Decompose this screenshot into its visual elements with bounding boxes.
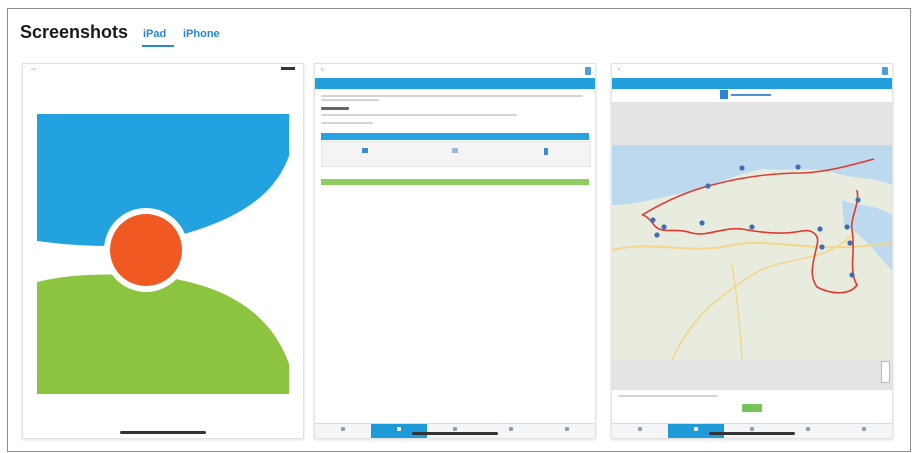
text-line (321, 99, 379, 101)
tab-icon[interactable] (397, 427, 401, 431)
confirm-button[interactable] (742, 404, 762, 412)
tab-icon[interactable] (509, 427, 513, 431)
tab-icon[interactable] (806, 427, 810, 431)
form-heading-line (321, 107, 349, 110)
tab-icon[interactable] (341, 427, 345, 431)
section-title: Screenshots (20, 22, 129, 42)
zoom-controls[interactable] (881, 361, 890, 383)
file-attachment[interactable] (720, 90, 778, 99)
tab-iphone[interactable]: iPhone (183, 28, 220, 40)
section-header-bar (612, 78, 892, 89)
section-header-bar (315, 78, 595, 89)
text-line (321, 114, 517, 116)
option-header-bar (321, 133, 589, 140)
option-icon (544, 148, 548, 155)
nav-bar: ‹ (612, 64, 892, 78)
map-drawing (612, 145, 892, 361)
home-indicator (120, 431, 206, 434)
home-indicator (709, 432, 795, 435)
route-map[interactable] (612, 145, 892, 361)
text-line (618, 395, 718, 397)
home-indicator (412, 432, 498, 435)
nav-action-icon (882, 67, 888, 75)
option-icon (452, 148, 458, 153)
tab-bar (315, 423, 595, 438)
tab-icon[interactable] (862, 427, 866, 431)
submit-bar[interactable] (321, 179, 589, 185)
app-logo-image (37, 114, 289, 394)
option-row[interactable] (321, 141, 591, 167)
file-icon (720, 90, 728, 99)
back-icon: ‹ (618, 67, 620, 73)
tab-ipad[interactable]: iPad (143, 28, 166, 40)
tab-icon[interactable] (638, 427, 642, 431)
back-icon: ‹ (321, 67, 323, 73)
text-line (321, 122, 373, 124)
tab-icon[interactable] (453, 427, 457, 431)
tab-selected-indicator (142, 45, 174, 47)
screenshot-1[interactable]: ●●● (22, 63, 304, 439)
tab-bar (612, 423, 892, 438)
tab-icon[interactable] (565, 427, 569, 431)
nav-bar: ‹ (315, 64, 595, 78)
tab-icon[interactable] (750, 427, 754, 431)
screenshot-2[interactable]: ‹ (314, 63, 596, 439)
nav-action-icon (585, 67, 591, 75)
option-icon (362, 148, 368, 153)
screenshot-3[interactable]: ‹ (611, 63, 893, 439)
text-line (321, 95, 583, 97)
tab-icon[interactable] (694, 427, 698, 431)
